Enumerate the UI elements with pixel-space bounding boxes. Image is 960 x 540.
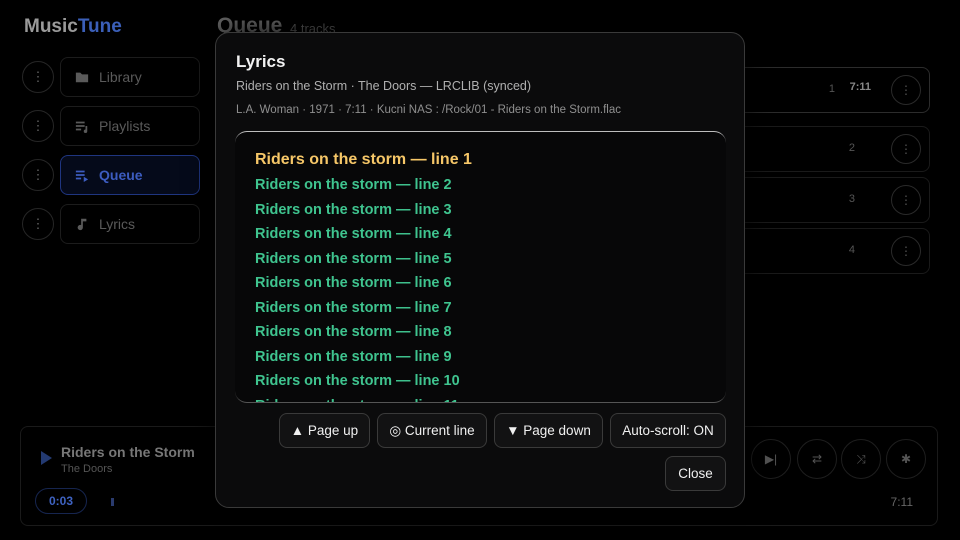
sidebar-row-lyrics: ⋮ Lyrics bbox=[22, 204, 200, 244]
lyric-line[interactable]: Riders on the storm — line 8 bbox=[255, 324, 452, 340]
track-number: 2 bbox=[848, 142, 855, 154]
lyric-line[interactable]: Riders on the storm — line 2 bbox=[255, 177, 452, 193]
kebab-icon[interactable]: ⋮ bbox=[891, 185, 921, 215]
lyric-line[interactable]: Riders on the storm — line 4 bbox=[255, 226, 452, 242]
shuffle-icon: ⤨ bbox=[856, 451, 866, 466]
queue-row[interactable]: 4 ⋮ bbox=[722, 228, 930, 274]
brand-part-2: Tune bbox=[77, 16, 122, 37]
dialog-title: Lyrics bbox=[236, 52, 286, 71]
sidebar-item-library[interactable]: Library bbox=[60, 57, 200, 97]
kebab-icon[interactable]: ⋮ bbox=[891, 75, 921, 105]
sidebar-item-label: Playlists bbox=[99, 118, 151, 134]
queue-icon bbox=[75, 170, 89, 182]
sidebar-item-label: Library bbox=[99, 69, 142, 85]
kebab-icon[interactable]: ⋮ bbox=[22, 159, 54, 191]
kebab-icon[interactable]: ⋮ bbox=[22, 208, 54, 240]
lyric-line[interactable]: Riders on the storm — line 11 bbox=[255, 398, 459, 403]
sidebar-row-playlists: ⋮ Playlists bbox=[22, 106, 200, 146]
music-note-icon bbox=[77, 218, 87, 231]
sidebar-item-playlists[interactable]: Playlists bbox=[60, 106, 200, 146]
lyrics-dialog: Lyrics Riders on the Storm · The Doors —… bbox=[215, 32, 745, 508]
shuffle-button[interactable]: ⤨ bbox=[841, 439, 881, 479]
lyric-line[interactable]: Riders on the storm — line 10 bbox=[255, 373, 460, 389]
playlist-icon bbox=[75, 121, 88, 133]
queue-row[interactable]: 3 ⋮ bbox=[722, 177, 930, 223]
sidebar-item-label: Lyrics bbox=[99, 216, 136, 232]
current-time: 0:03 bbox=[35, 488, 87, 514]
next-icon: ▶| bbox=[764, 452, 778, 466]
lyrics-scroll-area[interactable]: Riders on the storm — line 1 Riders on th… bbox=[235, 131, 726, 403]
queue-row[interactable]: 1 7:11 ⋮ bbox=[722, 67, 930, 113]
track-number: 3 bbox=[848, 193, 855, 205]
auto-scroll-toggle[interactable]: Auto-scroll: ON bbox=[610, 413, 726, 448]
queue-row[interactable]: 2 ⋮ bbox=[722, 126, 930, 172]
sidebar-row-library: ⋮ Library bbox=[22, 57, 200, 97]
kebab-icon[interactable]: ⋮ bbox=[22, 110, 54, 142]
sidebar-item-queue[interactable]: Queue bbox=[60, 155, 200, 195]
current-line-button[interactable]: ◎ Current line bbox=[377, 413, 487, 448]
track-metadata: L.A. Woman · 1971 · 7:11 · Kucni NAS : /… bbox=[236, 104, 621, 116]
repeat-button[interactable]: ⇄ bbox=[797, 439, 837, 479]
page-up-button[interactable]: ▲ Page up bbox=[279, 413, 370, 448]
seek-bar-handle[interactable] bbox=[111, 498, 114, 506]
brand-part-1: Music bbox=[24, 16, 78, 37]
lyric-line[interactable]: Riders on the storm — line 6 bbox=[255, 275, 452, 291]
repeat-icon: ⇄ bbox=[811, 452, 823, 466]
next-button[interactable]: ▶| bbox=[751, 439, 791, 479]
track-number: 4 bbox=[848, 244, 855, 256]
lyric-line[interactable]: Riders on the storm — line 5 bbox=[255, 251, 452, 267]
kebab-icon[interactable]: ⋮ bbox=[891, 134, 921, 164]
sidebar-item-lyrics[interactable]: Lyrics bbox=[60, 204, 200, 244]
sidebar-item-label: Queue bbox=[99, 167, 143, 183]
lyric-line[interactable]: Riders on the storm — line 9 bbox=[255, 349, 452, 365]
close-button[interactable]: Close bbox=[665, 456, 726, 491]
kebab-icon[interactable]: ⋮ bbox=[22, 61, 54, 93]
settings-button[interactable]: ✱ bbox=[886, 439, 926, 479]
track-number: 1 bbox=[828, 83, 835, 95]
kebab-icon[interactable]: ⋮ bbox=[891, 236, 921, 266]
play-icon[interactable] bbox=[41, 451, 52, 465]
lyric-line-current[interactable]: Riders on the storm — line 1 bbox=[255, 151, 472, 169]
sidebar-row-queue: ⋮ Queue bbox=[22, 155, 200, 195]
total-time: 7:11 bbox=[890, 495, 913, 509]
now-playing-title: Riders on the Storm bbox=[61, 444, 195, 460]
settings-icon: ✱ bbox=[900, 452, 912, 466]
lyric-line[interactable]: Riders on the storm — line 3 bbox=[255, 202, 452, 218]
track-duration: 7:11 bbox=[849, 81, 871, 93]
page-down-button[interactable]: ▼ Page down bbox=[494, 413, 603, 448]
folder-icon bbox=[75, 72, 89, 83]
now-playing-artist: The Doors bbox=[61, 463, 113, 475]
dialog-subtitle: Riders on the Storm · The Doors — LRCLIB… bbox=[236, 79, 532, 93]
brand-logo: MusicTune bbox=[24, 16, 122, 38]
lyric-line[interactable]: Riders on the storm — line 7 bbox=[255, 300, 452, 316]
